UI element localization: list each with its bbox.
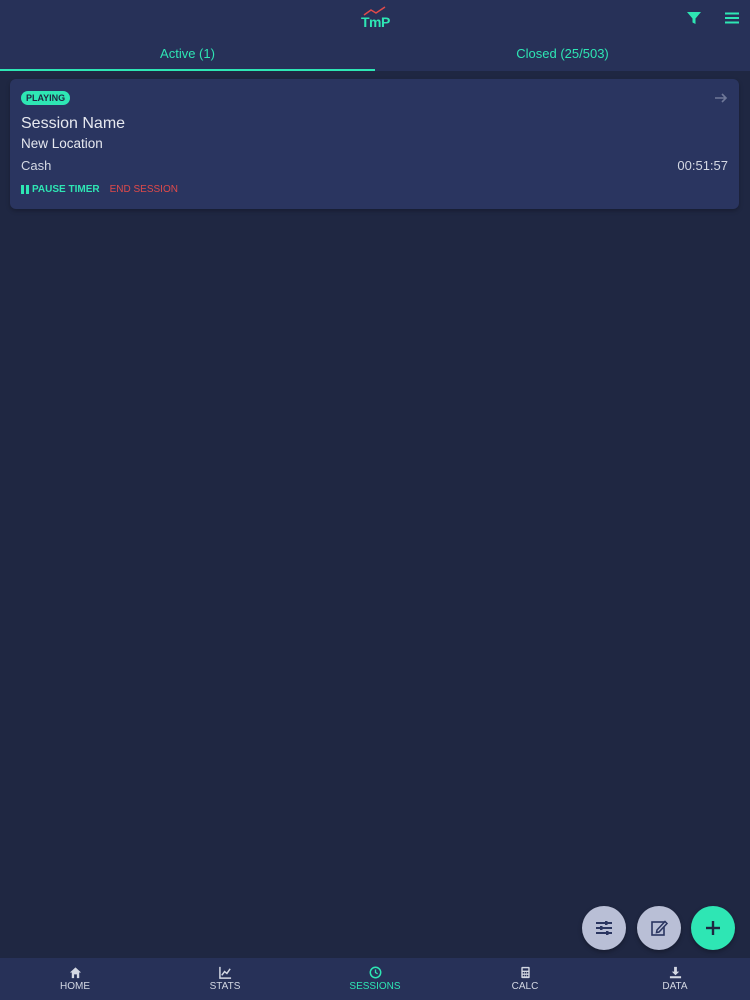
nav-calc-label: CALC [511,981,539,992]
bottom-navigation: HOME STATS SESSIONS CALC DATA [0,958,750,1000]
settings-fab[interactable] [582,906,626,950]
session-actions: PAUSE TIMER END SESSION [21,184,178,195]
add-session-fab[interactable] [691,906,735,950]
home-icon [69,967,81,979]
status-badge: PLAYING [21,91,71,105]
download-icon [669,966,681,979]
session-card[interactable]: PLAYING Session Name New Location Cash 0… [10,79,739,209]
arrow-right-icon[interactable] [713,90,729,106]
edit-icon [651,920,669,936]
game-type: Cash [21,158,52,173]
nav-stats[interactable]: STATS [150,958,300,1000]
app-logo: TmP [357,6,393,32]
filter-icon [687,12,701,24]
logo-text: TmP [361,14,390,30]
pause-icon [21,185,29,194]
session-location: New Location [21,136,103,151]
nav-calc[interactable]: CALC [450,958,600,1000]
session-name: Session Name [21,115,126,132]
nav-home-label: HOME [60,981,90,992]
nav-data[interactable]: DATA [600,958,750,1000]
tab-closed[interactable]: Closed (25/503) [375,38,750,71]
plus-icon [706,921,720,935]
edit-fab[interactable] [637,906,681,950]
session-tabs: Active (1) Closed (25/503) [0,38,750,71]
sliders-icon [596,921,612,935]
elapsed-timer: 00:51:57 [677,158,728,173]
nav-home[interactable]: HOME [0,958,150,1000]
calculator-icon [520,966,530,979]
nav-sessions[interactable]: SESSIONS [300,958,450,1000]
menu-button[interactable] [723,9,743,29]
hamburger-icon [725,12,739,24]
filter-button[interactable] [685,9,705,29]
nav-sessions-label: SESSIONS [349,981,401,992]
pause-timer-label: PAUSE TIMER [32,184,100,195]
top-bar: TmP [0,0,750,38]
end-session-button[interactable]: END SESSION [110,184,178,195]
nav-data-label: DATA [662,981,688,992]
clock-icon [369,966,381,979]
nav-stats-label: STATS [209,981,241,992]
chart-icon [218,966,231,979]
pause-timer-button[interactable]: PAUSE TIMER [21,184,100,195]
tab-active[interactable]: Active (1) [0,38,375,71]
